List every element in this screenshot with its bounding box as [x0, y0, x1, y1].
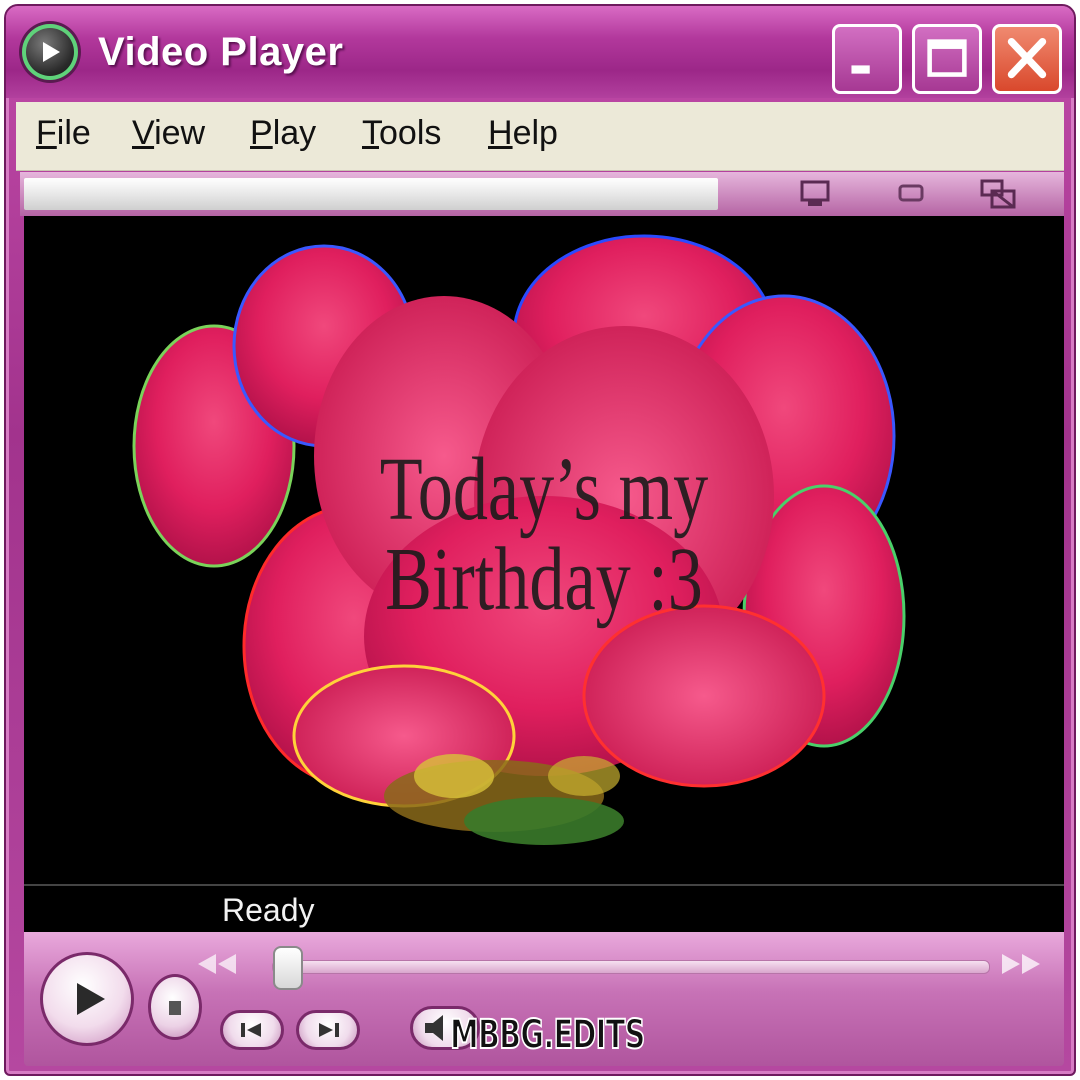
media-player-icon	[22, 24, 78, 80]
menu-help[interactable]: Help	[488, 114, 558, 153]
seek-bar[interactable]	[272, 960, 990, 974]
menu-bar: File View Play Tools Help	[16, 102, 1064, 171]
menu-play[interactable]: Play	[250, 114, 316, 153]
fullscreen-icon[interactable]	[978, 178, 1018, 212]
video-player-window: Video Player File View Play Tools Help T…	[4, 4, 1076, 1076]
toolbar-track	[24, 178, 718, 210]
toolbar	[20, 172, 1064, 216]
title-bar[interactable]: Video Player	[6, 6, 1074, 98]
maximize-button[interactable]	[912, 24, 982, 94]
previous-icon	[241, 1023, 261, 1037]
stop-icon	[169, 1001, 181, 1015]
video-caption-line-1: Today’s my	[379, 440, 709, 539]
menu-tools[interactable]: Tools	[362, 114, 441, 153]
next-icon	[319, 1023, 339, 1037]
video-display[interactable]: Today’s my Birthday :3	[24, 216, 1064, 884]
previous-button[interactable]	[220, 1010, 284, 1050]
rewind-icon[interactable]	[194, 950, 242, 978]
compact-mode-icon[interactable]	[892, 178, 932, 212]
watermark-text: MBBG.EDITS	[449, 1011, 646, 1059]
minimize-icon	[851, 65, 870, 74]
fast-forward-icon[interactable]	[996, 950, 1044, 978]
video-caption-line-2: Birthday :3	[385, 530, 703, 629]
play-icon	[77, 983, 105, 1015]
play-button[interactable]	[40, 952, 134, 1046]
maximize-icon	[927, 39, 967, 77]
seek-thumb[interactable]	[272, 946, 303, 990]
status-bar: Ready	[24, 884, 1064, 932]
stop-button[interactable]	[148, 974, 202, 1040]
skin-mode-icon[interactable]	[796, 178, 836, 212]
menu-view[interactable]: View	[132, 114, 205, 153]
menu-file[interactable]: File	[36, 114, 91, 153]
window-title: Video Player	[98, 30, 344, 74]
close-icon	[1007, 37, 1047, 79]
playback-controls: MBBG.EDITS	[24, 932, 1064, 1066]
minimize-button[interactable]	[832, 24, 902, 94]
next-button[interactable]	[296, 1010, 360, 1050]
status-text: Ready	[222, 892, 315, 928]
close-button[interactable]	[992, 24, 1062, 94]
